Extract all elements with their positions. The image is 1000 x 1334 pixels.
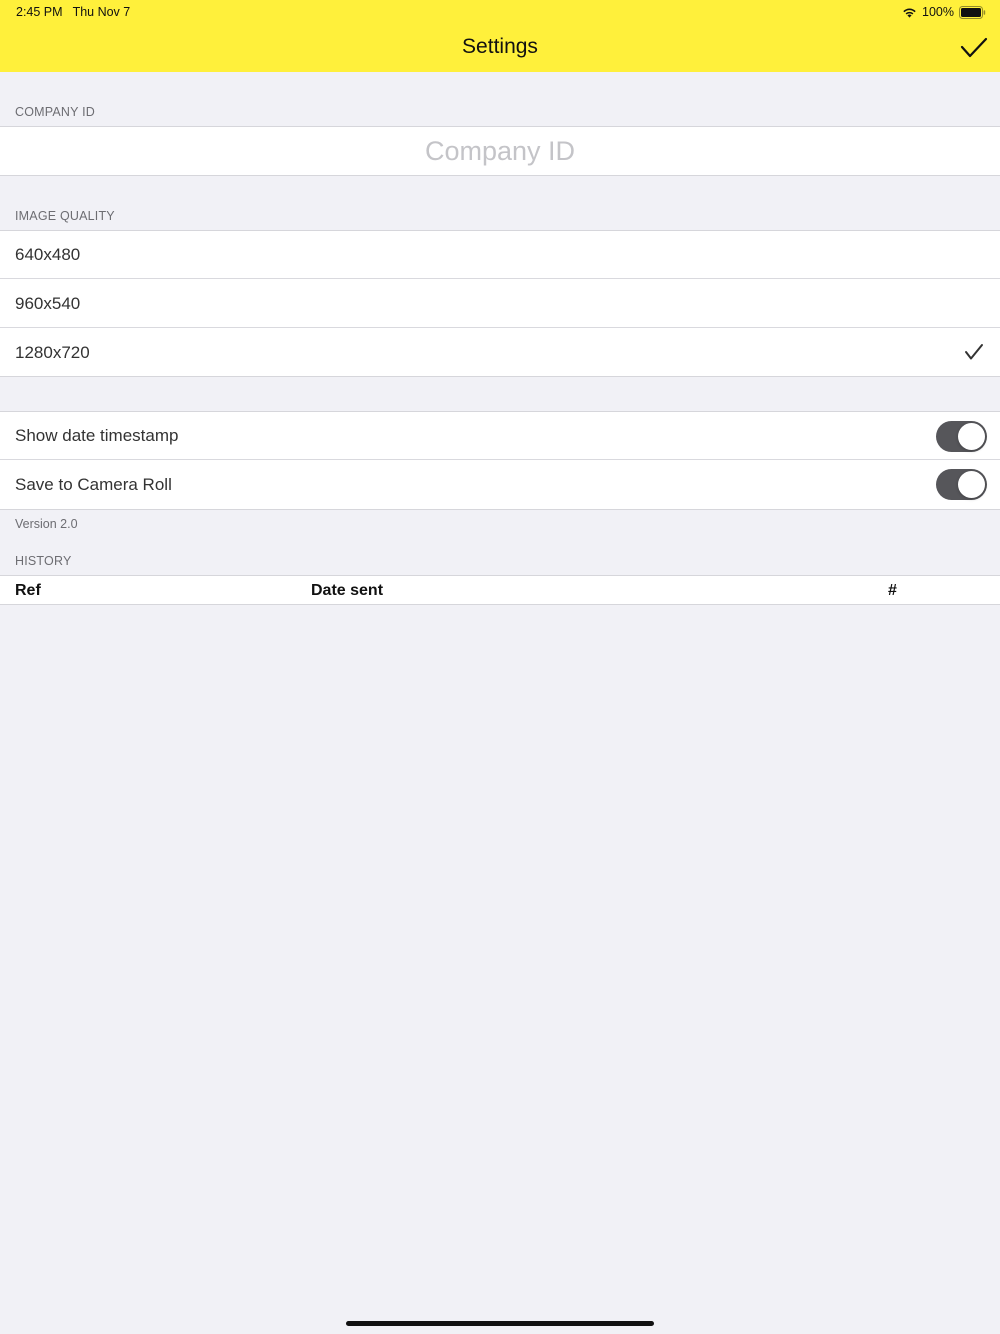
save-to-camera-roll-label: Save to Camera Roll: [15, 474, 172, 494]
quality-option-label: 1280x720: [15, 342, 90, 362]
quality-option-label: 640x480: [15, 245, 81, 264]
column-header-date-sent: Date sent: [311, 582, 384, 599]
company-id-group: [0, 126, 1000, 176]
toggle-knob: [958, 471, 985, 498]
status-bar-right: 100%: [902, 4, 986, 20]
done-button[interactable]: [960, 36, 988, 60]
show-date-timestamp-toggle[interactable]: [936, 421, 987, 452]
page-title: Settings: [462, 35, 538, 58]
battery-percentage: 100%: [922, 5, 954, 19]
column-header-ref: Ref: [15, 582, 41, 599]
battery-icon: [959, 5, 986, 19]
image-quality-group: 640x480 960x540 1280x720: [0, 230, 1000, 377]
company-id-input[interactable]: [0, 127, 1000, 175]
quality-option-1280x720[interactable]: 1280x720: [0, 327, 1000, 377]
selected-checkmark-icon: [965, 344, 983, 360]
history-table-header: Ref Date sent #: [0, 575, 1000, 605]
column-header-count: #: [888, 582, 897, 599]
show-date-timestamp-row: Show date timestamp: [0, 412, 1000, 460]
quality-option-label: 960x540: [15, 293, 81, 313]
quality-option-960x540[interactable]: 960x540: [0, 278, 1000, 328]
quality-option-640x480[interactable]: 640x480: [0, 231, 1000, 279]
version-label: Version 2.0: [15, 517, 78, 531]
history-header: HISTORY: [15, 554, 72, 568]
company-id-header: COMPANY ID: [15, 105, 96, 119]
home-indicator[interactable]: [346, 1321, 654, 1326]
wifi-icon: [902, 7, 917, 18]
toggle-knob: [958, 423, 985, 450]
navigation-header: 2:45 PM Thu Nov 7 100% Settings: [0, 0, 1000, 72]
show-date-timestamp-label: Show date timestamp: [15, 426, 179, 445]
save-to-camera-roll-toggle[interactable]: [936, 469, 987, 500]
image-quality-header: IMAGE QUALITY: [15, 209, 115, 223]
checkmark-icon: [960, 37, 988, 58]
status-time: 2:45 PM: [16, 5, 63, 19]
status-date: Thu Nov 7: [72, 5, 131, 19]
save-to-camera-roll-row: Save to Camera Roll: [0, 459, 1000, 509]
status-bar-left: 2:45 PM Thu Nov 7: [16, 5, 130, 19]
options-group: Show date timestamp Save to Camera Roll: [0, 411, 1000, 510]
settings-screen: 2:45 PM Thu Nov 7 100% Settings COMPANY …: [0, 0, 1000, 1334]
